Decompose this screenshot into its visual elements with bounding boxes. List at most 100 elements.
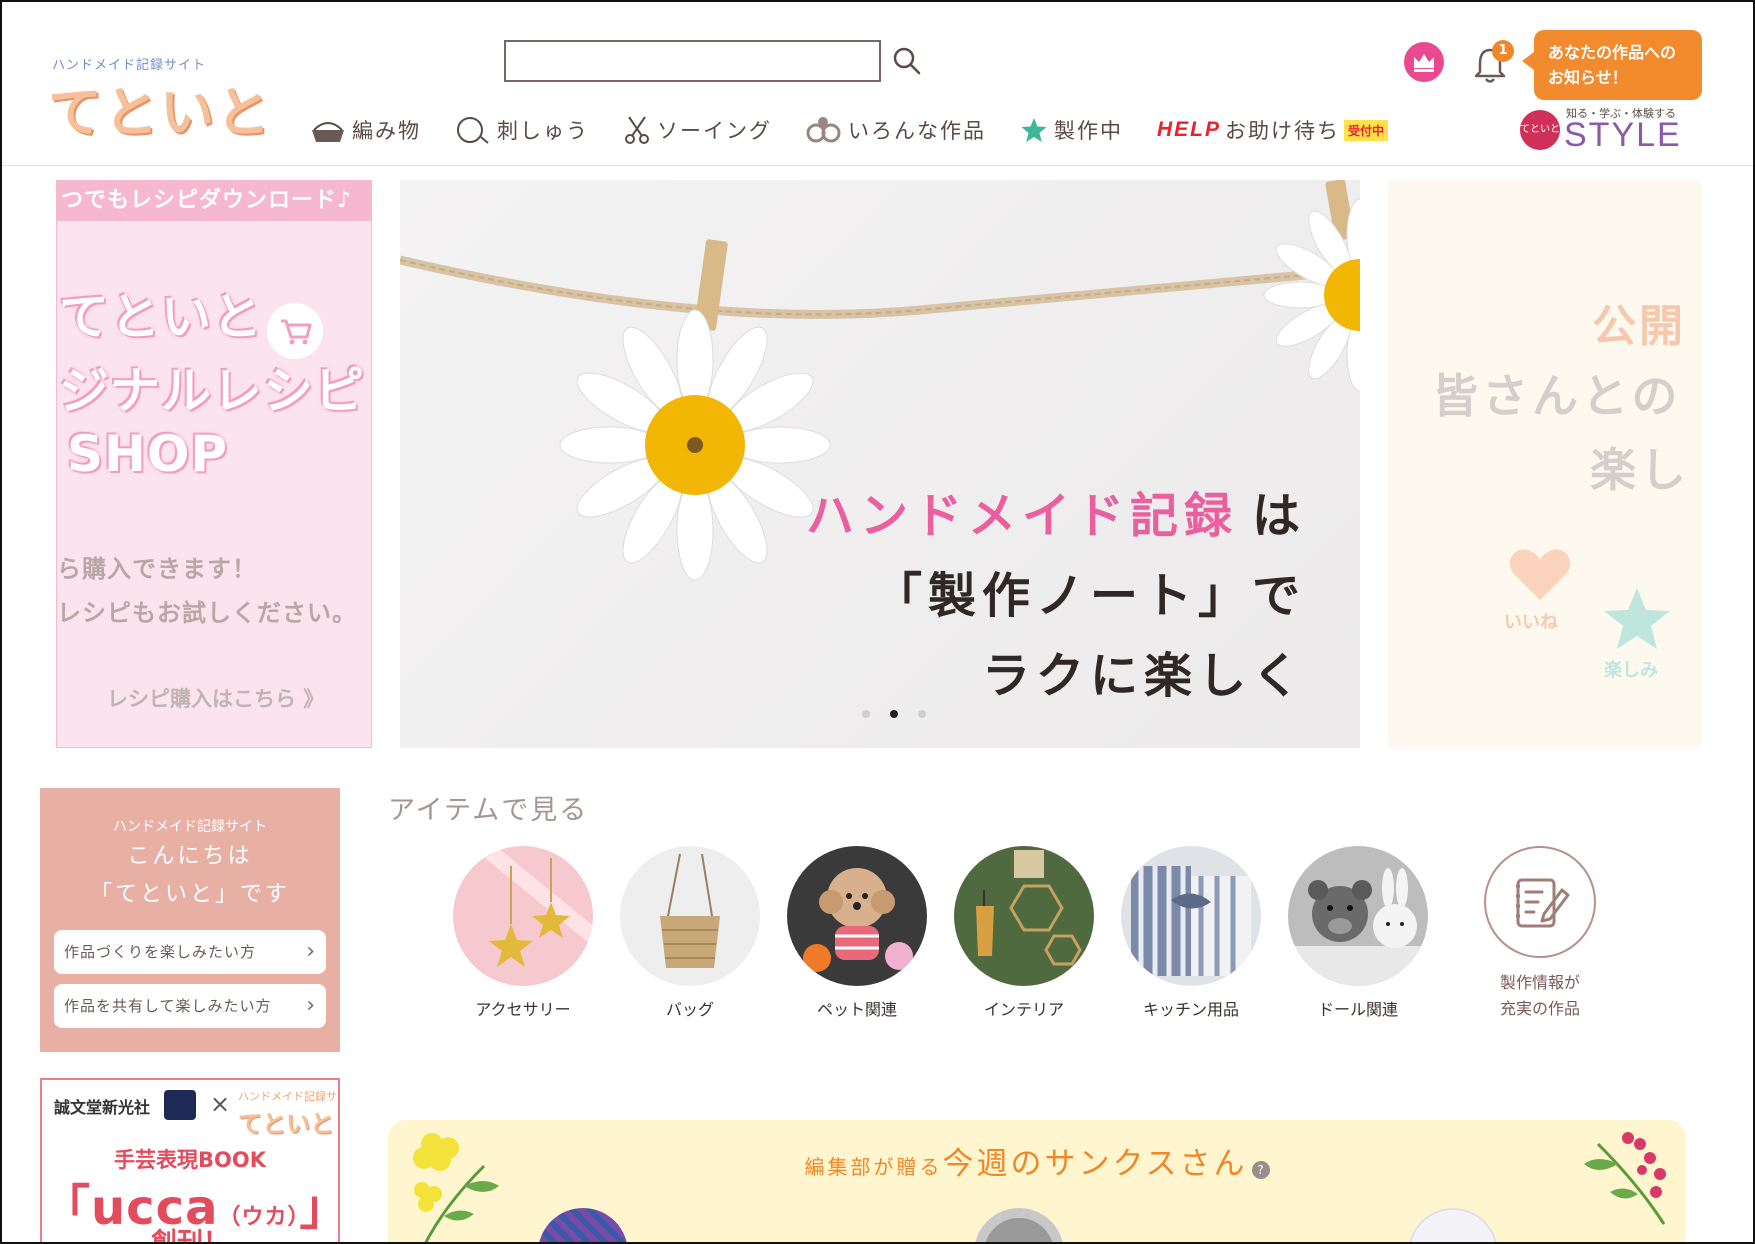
carousel-slide-next[interactable]: 公開 皆さんとの 楽し いいね 楽しみ [1388, 180, 1702, 748]
nav-label: 製作中 [1054, 119, 1123, 143]
mini-logo-subtitle: ハンドメイド記録サイト [238, 1090, 338, 1103]
accessory-thumbnail [453, 846, 593, 986]
tetoito-mini-logo: ハンドメイド記録サイト てといと [238, 1088, 338, 1139]
detailed-works-label: 製作情報が 充実の作品 [1465, 970, 1615, 1022]
accepting-badge: 受付中 [1344, 119, 1389, 141]
nav-label: 刺しゅう [497, 119, 589, 143]
recipe-banner-bar: つでもレシピダウンロード♪ [57, 181, 371, 221]
nav-item-help-wanted[interactable]: HELP お助け待ち 受付中 [1157, 115, 1389, 145]
help-question-icon[interactable]: ? [1251, 1160, 1270, 1179]
nav-label: いろんな作品 [848, 119, 986, 143]
detailed-works-line: 製作情報が [1499, 973, 1580, 992]
public-banner-text: 皆さんとの [1432, 369, 1682, 423]
doll-thumbnail [1288, 846, 1428, 986]
nav-label: ソーイング [657, 119, 772, 143]
nav-label: お助け待ち [1225, 119, 1341, 143]
welcome-panel: ハンドメイド記録サイト こんにちは 「てといと」です 作品づくりを楽しみたい方 … [40, 788, 340, 1052]
category-nav: 編み物 刺しゅう ソーイング いろんな作品 製作中 HELP お助け待ち 受付中 [310, 110, 1422, 150]
nav-item-sewing[interactable]: ソーイング [623, 115, 772, 145]
style-logo-link[interactable]: てといと 知る・学ぶ・体験する STYLE [1518, 104, 1702, 154]
ranking-crown-button[interactable] [1404, 42, 1444, 82]
crown-icon [1414, 54, 1434, 72]
item-accessory[interactable]: アクセサリー [448, 846, 598, 1020]
item-interior[interactable]: インテリア [949, 846, 1099, 1020]
bag-thumbnail [620, 846, 760, 986]
interior-thumbnail [954, 846, 1094, 986]
recipe-banner-heading: ジナルレシピ [59, 362, 365, 420]
item-label: ドール関連 [1317, 1000, 1398, 1019]
items-section-title: アイテムで見る [388, 795, 589, 826]
logo-wordmark: てといと [48, 80, 272, 144]
carousel-pagination [852, 710, 936, 718]
thanks-user-thumbnail[interactable] [1408, 1208, 1498, 1244]
nav-label: 編み物 [352, 119, 421, 143]
enjoy-sharing-button[interactable]: 作品を共有して楽しみたい方 [54, 984, 326, 1028]
style-logo-word: STYLE [1564, 116, 1682, 154]
recipe-banner-heading: SHOP [67, 425, 229, 483]
recipe-banner-heading: てといと [59, 288, 263, 346]
carousel-dot[interactable] [862, 710, 870, 718]
weekly-thanks-title: 編集部が贈る今週のサンクスさん? [388, 1138, 1686, 1183]
item-label: キッチン用品 [1142, 1000, 1239, 1019]
hero-headline-line3: ラクに楽しく [981, 648, 1306, 704]
heart-icon [1509, 549, 1571, 600]
welcome-heading: こんにちは 「てといと」です [40, 838, 340, 914]
nav-item-knitting[interactable]: 編み物 [310, 115, 421, 145]
kitchen-thumbnail [1121, 846, 1261, 986]
weekly-thanks-panel: 編集部が贈る今週のサンクスさん? [388, 1120, 1686, 1244]
nav-item-in-progress[interactable]: 製作中 [1020, 115, 1123, 145]
star-icon [1021, 118, 1047, 142]
help-label: HELP [1157, 118, 1222, 141]
thanks-user-thumbnail[interactable] [974, 1208, 1064, 1244]
carousel-slide-current[interactable]: ハンドメイド記録は 「製作ノート」で ラクに楽しく [400, 180, 1360, 748]
public-banner-heading: 公開 [1592, 301, 1686, 352]
nav-item-various[interactable]: いろんな作品 [806, 115, 986, 145]
hero-headline-rest: は [1251, 488, 1306, 544]
embroidery-hoop-icon [457, 117, 489, 144]
thanks-title-prefix: 編集部が贈る [804, 1155, 943, 1179]
thanks-user-thumbnail[interactable] [538, 1208, 628, 1244]
search-icon [893, 47, 921, 75]
search-box [504, 40, 881, 82]
item-label: バッグ [665, 1000, 714, 1019]
note-edit-icon [1516, 878, 1570, 928]
welcome-line: こんにちは [127, 844, 253, 869]
basket-icon [312, 122, 344, 142]
style-logo-badge: てといと [1520, 110, 1560, 150]
detailed-works-line: 充実の作品 [1499, 999, 1580, 1018]
recipe-banner-text: ら購入できます！ [57, 555, 257, 583]
nav-item-embroidery[interactable]: 刺しゅう [455, 115, 589, 145]
star-icon [1604, 588, 1670, 649]
publisher-logo-icon [164, 1090, 196, 1120]
carousel-slide-prev[interactable]: つでもレシピダウンロード♪ てといと ジナルレシピ SHOP ら購入できます！ … [56, 180, 372, 748]
item-bag[interactable]: バッグ [615, 846, 765, 1020]
ucca-launch-text: 創刊！ [150, 1228, 229, 1244]
recipe-purchase-link[interactable]: レシピ購入はこちら 》 [107, 683, 324, 713]
item-label: ペット関連 [816, 1000, 897, 1019]
fun-label: 楽しみ [1604, 660, 1658, 681]
hero-headline-highlight: ハンドメイド記録 [805, 488, 1238, 544]
site-logo[interactable]: ハンドメイド記録サイト てといと [48, 52, 278, 144]
item-label: アクセサリー [475, 1000, 571, 1019]
item-doll[interactable]: ドール関連 [1283, 846, 1433, 1020]
pet-thumbnail [787, 846, 927, 986]
search-input[interactable] [506, 42, 879, 80]
search-button[interactable] [890, 44, 924, 78]
item-kitchen[interactable]: キッチン用品 [1116, 846, 1266, 1020]
item-detailed-works[interactable]: 製作情報が 充実の作品 [1465, 846, 1615, 1022]
pink-flower-icon [1584, 1132, 1666, 1225]
mini-logo-wordmark: てといと [238, 1109, 334, 1138]
carousel-dot[interactable] [918, 710, 926, 718]
ucca-book-banner[interactable]: 誠文堂新光社 × ハンドメイド記録サイト てといと 手芸表現BOOK 「ucca… [40, 1078, 340, 1244]
item-pet[interactable]: ペット関連 [782, 846, 932, 1020]
enjoy-making-button[interactable]: 作品づくりを楽しみたい方 [54, 930, 326, 974]
notification-tooltip[interactable]: あなたの作品へのお知らせ！ [1522, 30, 1702, 100]
detailed-works-badge [1484, 846, 1596, 958]
carousel-dot-active[interactable] [890, 710, 898, 718]
welcome-line: 「てといと」です [89, 882, 290, 907]
like-label: いいね [1504, 612, 1558, 633]
welcome-subtitle: ハンドメイド記録サイト [113, 819, 267, 835]
recipe-banner-text: レシピもお試しください。 [57, 599, 357, 627]
scissors-icon [625, 116, 649, 144]
hero-headline-line1: ハンドメイド記録は [806, 476, 1306, 546]
